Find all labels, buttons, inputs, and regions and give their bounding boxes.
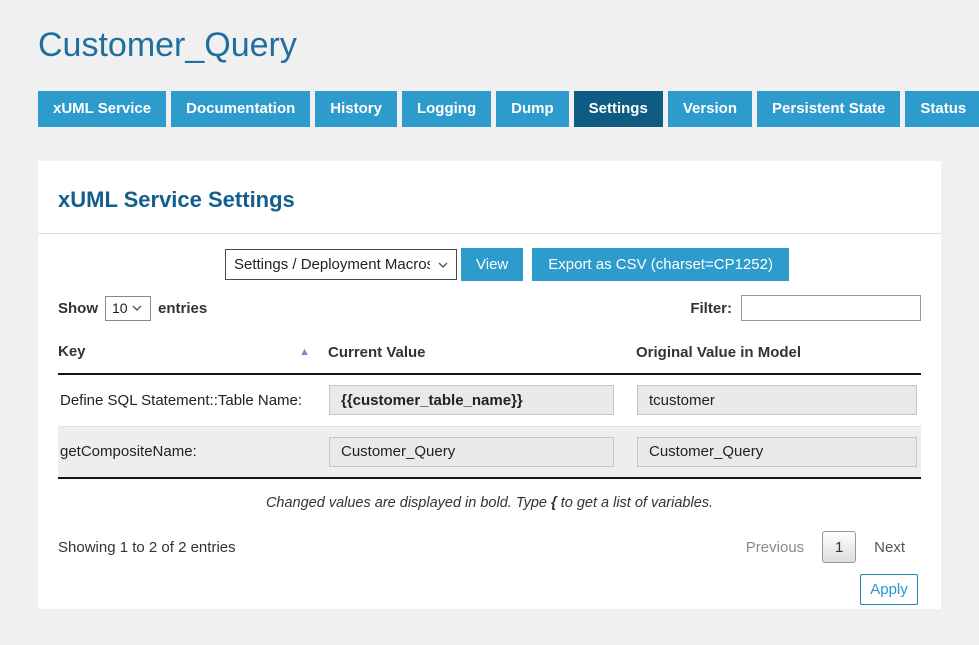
tab-persistent-state[interactable]: Persistent State [757,91,900,127]
row-key: getCompositeName: [58,426,328,478]
table-note: Changed values are displayed in bold. Ty… [58,495,921,511]
pagination: Previous 1 Next [746,531,905,563]
length-select-wrap: 10 [105,296,151,321]
heading-divider [38,233,941,234]
settings-table: Key ▲ Current Value Original Value in Mo… [58,333,921,479]
tab-logging[interactable]: Logging [402,91,491,127]
sort-ascending-icon: ▲ [299,343,310,361]
apply-row: Apply [58,574,921,605]
tab-xuml-service[interactable]: xUML Service [38,91,166,127]
column-header-current-value[interactable]: Current Value [328,333,636,374]
column-header-original-value[interactable]: Original Value in Model [636,333,921,374]
tab-history[interactable]: History [315,91,397,127]
original-value-input[interactable] [637,437,917,467]
apply-button[interactable]: Apply [860,574,918,605]
tab-status[interactable]: Status [905,91,979,127]
tab-dump[interactable]: Dump [496,91,569,127]
column-header-key[interactable]: Key ▲ [58,333,328,374]
entries-label: entries [158,300,207,317]
page-title: Customer_Query [38,0,941,65]
original-value-input[interactable] [637,385,917,415]
filter-control: Filter: [690,295,921,321]
export-csv-button[interactable]: Export as CSV (charset=CP1252) [532,248,789,281]
table-row: getCompositeName: [58,426,921,478]
row-key: Define SQL Statement::Table Name: [58,374,328,426]
controls-row: Settings / Deployment Macros View Export… [58,248,921,281]
view-button[interactable]: View [461,248,523,281]
entries-info: Showing 1 to 2 of 2 entries [58,539,236,556]
show-label: Show [58,300,98,317]
table-controls: Show 10 entries Filter: [58,295,921,321]
pagination-previous[interactable]: Previous [746,539,804,556]
table-header-row: Key ▲ Current Value Original Value in Mo… [58,333,921,374]
settings-panel: xUML Service Settings Settings / Deploym… [38,161,941,609]
filter-input[interactable] [741,295,921,321]
current-value-input[interactable] [329,437,614,467]
table-row: Define SQL Statement::Table Name: [58,374,921,426]
current-value-input[interactable] [329,385,614,415]
page-length-control: Show 10 entries [58,296,207,321]
tab-bar: xUML Service Documentation History Loggi… [38,91,941,127]
pagination-page-1[interactable]: 1 [822,531,856,563]
tab-version[interactable]: Version [668,91,752,127]
page: Customer_Query xUML Service Documentatio… [0,0,979,609]
category-select[interactable]: Settings / Deployment Macros [225,249,457,280]
tab-settings[interactable]: Settings [574,91,663,127]
filter-label: Filter: [690,300,732,317]
tab-documentation[interactable]: Documentation [171,91,310,127]
table-footer: Showing 1 to 2 of 2 entries Previous 1 N… [58,531,921,563]
page-length-select[interactable]: 10 [105,296,151,321]
category-select-wrap: Settings / Deployment Macros [225,249,457,280]
pagination-next[interactable]: Next [874,539,905,556]
panel-heading: xUML Service Settings [58,187,921,213]
